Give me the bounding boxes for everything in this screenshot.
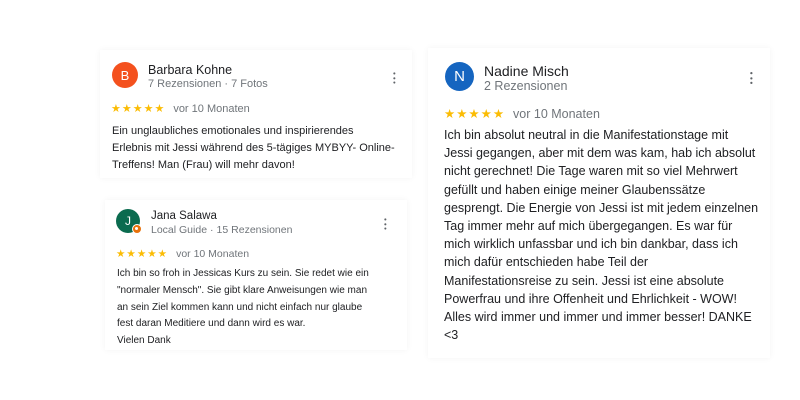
review-time: vor 10 Monaten [176,248,250,260]
meta-separator: · [210,224,214,236]
reviewer-name[interactable]: Jana Salawa [151,210,217,222]
review-text-line: an sein Ziel kommen kann und nicht einfa… [117,301,363,313]
review-text-line: <3 [444,328,459,343]
reviewer-meta: Local Guide · 15 Rezensionen [151,224,292,236]
reviewer-name[interactable]: Barbara Kohne [148,63,232,77]
star-rating: ★★★★★ vor 10 Monaten [116,248,249,260]
review-text-line: Ein unglaubliches emotionales und inspir… [112,125,354,137]
avatar[interactable]: B [112,62,138,88]
more-vert-icon[interactable] [380,218,390,230]
review-card-jana-salawa: J Jana Salawa Local Guide · 15 Rezensionen… [105,200,407,350]
reviewer-name[interactable]: Nadine Misch [484,63,569,79]
review-text-line: Manifestationsreise zu sein. Jessi ist e… [444,273,725,288]
star-icon: ★★★★★ [116,248,169,260]
review-text: Ich bin absolut neutral in die Manifesta… [444,126,764,344]
star-rating: ★★★★★ vor 10 Monaten [444,106,600,122]
review-text-line: Alles wird immer und immer und immer bes… [444,310,752,325]
review-text-line: Tag immer mehr auf mich übergegangen. Es… [444,219,733,234]
review-text-line: mich dafür entschieden habe Teil der [444,255,649,270]
review-text-line: mich wirklich unfassbar und ich bin dank… [444,237,738,252]
review-count: 15 Rezensionen [216,224,293,236]
review-text-line: "normaler Mensch". Sie gibt klare Anweis… [117,284,367,296]
more-vert-icon[interactable] [746,72,757,84]
review-text: Ich bin so froh in Jessicas Kurs zu sein… [117,266,402,350]
review-count: 2 Rezensionen [484,79,568,93]
star-rating: ★★★★★ vor 10 Monaten [111,102,250,116]
review-text-line: Treffens! Man (Frau) will mehr davon! [112,159,295,171]
star-icon: ★★★★★ [444,107,506,121]
review-text-line: gesprengt. Die Energie von Jessi ist mit… [444,200,759,215]
review-time: vor 10 Monaten [173,102,250,115]
review-text: Ein unglaubliches emotionales und inspir… [112,123,408,174]
review-count: 7 Rezensionen [148,78,222,90]
avatar-letter: J [125,214,131,228]
review-text-line: nicht gerechnet! Die Tage waren mit so v… [444,164,738,179]
review-card-barbara-kohne: B Barbara Kohne 7 Rezensionen · 7 Fotos ★★… [100,50,412,178]
review-text-line: Powerfrau und ihre Offenheit und Ehrlich… [444,291,737,306]
meta-separator: · [224,78,229,90]
avatar[interactable]: N [445,62,474,91]
reviewer-meta: 2 Rezensionen [484,79,567,93]
avatar[interactable]: J [116,209,142,234]
reviewer-meta: 7 Rezensionen · 7 Fotos [148,78,268,90]
avatar-letter: N [454,68,465,85]
review-text-line: Jessi gegangen, aber mit dem was kam, ha… [444,146,756,161]
review-text-line: Ich bin so froh in Jessicas Kurs zu sein… [117,268,369,279]
local-guide-badge-icon [132,224,142,234]
star-icon: ★★★★★ [111,103,166,115]
more-vert-icon[interactable] [389,72,399,84]
review-text-line: gefüllt und haben einige meiner Glaubens… [444,182,706,197]
review-text-line: Vielen Dank [117,335,171,347]
photo-count: 7 Fotos [231,78,268,90]
review-card-nadine-misch: N Nadine Misch 2 Rezensionen ★★★★★ vor 1… [428,48,770,358]
local-guide-label: Local Guide [151,224,208,236]
review-text-line: fest daran Meditiere und dann wird es wa… [117,318,306,330]
avatar-letter: B [120,67,130,83]
review-text-line: Erlebnis mit Jessi während des 5-tägiges… [112,142,395,154]
review-text-line: Ich bin absolut neutral in die Manifesta… [444,128,729,142]
review-time: vor 10 Monaten [513,106,600,121]
